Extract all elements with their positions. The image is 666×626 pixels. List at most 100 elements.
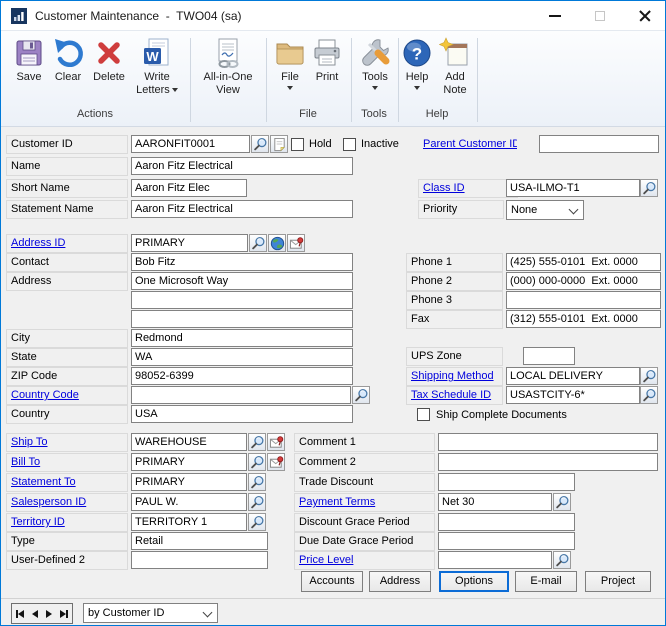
parent-customer-id-field[interactable] — [539, 135, 659, 153]
accounts-button[interactable]: Accounts — [301, 571, 363, 592]
statement-to-link[interactable]: Statement To — [11, 476, 76, 488]
short-name-label: Short Name — [6, 179, 128, 198]
print-button[interactable]: Print — [307, 37, 347, 103]
customer-id-lookup-button[interactable] — [251, 135, 269, 153]
payment-terms-field[interactable] — [438, 493, 552, 511]
country-code-lookup-button[interactable] — [352, 386, 370, 404]
priority-dropdown[interactable]: None — [506, 200, 584, 220]
options-button[interactable]: Options — [439, 571, 509, 592]
salesperson-link[interactable]: Salesperson ID — [11, 496, 86, 508]
magnifier-icon — [354, 388, 369, 403]
class-id-link[interactable]: Class ID — [423, 182, 465, 194]
price-level-link[interactable]: Price Level — [299, 554, 353, 566]
shipping-method-lookup-button[interactable] — [640, 367, 658, 385]
add-note-button[interactable]: Add Note — [435, 37, 475, 103]
class-id-lookup-button[interactable] — [640, 179, 658, 197]
ups-zone-field[interactable] — [523, 347, 575, 365]
tax-schedule-field[interactable] — [506, 386, 640, 404]
save-button[interactable]: Save — [9, 37, 49, 103]
state-field[interactable] — [131, 348, 353, 366]
inactive-checkbox[interactable] — [343, 138, 356, 151]
internet-info-button[interactable] — [268, 234, 286, 252]
statement-name-field[interactable] — [131, 200, 353, 218]
file-menu-button[interactable]: File — [273, 37, 307, 103]
email-button[interactable]: E-mail — [515, 571, 577, 592]
hold-checkbox[interactable] — [291, 138, 304, 151]
comment1-field[interactable] — [438, 433, 658, 451]
project-button[interactable]: Project — [585, 571, 651, 592]
fax-field[interactable] — [506, 310, 661, 328]
previous-record-button[interactable] — [32, 608, 38, 620]
name-field[interactable] — [131, 157, 353, 175]
statement-to-field[interactable] — [131, 473, 247, 491]
statement-to-lookup-button[interactable] — [248, 473, 266, 491]
phone3-field[interactable] — [506, 291, 661, 309]
due-date-grace-field[interactable] — [438, 532, 575, 550]
territory-link[interactable]: Territory ID — [11, 516, 65, 528]
customer-id-field[interactable] — [131, 135, 250, 153]
territory-field[interactable] — [131, 513, 247, 531]
address-line1-field[interactable] — [131, 272, 353, 290]
salesperson-lookup-button[interactable] — [248, 493, 266, 511]
all-in-one-view-button[interactable]: All-in-One View — [193, 37, 263, 103]
payment-terms-link[interactable]: Payment Terms — [299, 496, 375, 508]
payment-terms-lookup-button[interactable] — [553, 493, 571, 511]
tools-menu-button[interactable]: Tools — [353, 37, 397, 103]
delete-button[interactable]: Delete — [87, 37, 131, 103]
address-map-button[interactable] — [287, 234, 305, 252]
parent-customer-id-link[interactable]: Parent Customer ID — [423, 138, 518, 150]
class-id-field[interactable] — [506, 179, 640, 197]
country-code-link[interactable]: Country Code — [11, 389, 79, 401]
sort-by-dropdown[interactable]: by Customer ID — [83, 603, 218, 623]
discount-grace-field[interactable] — [438, 513, 575, 531]
territory-lookup-button[interactable] — [248, 513, 266, 531]
help-menu-button[interactable]: Help — [400, 37, 434, 103]
shipping-method-field[interactable] — [506, 367, 640, 385]
close-button[interactable] — [622, 1, 666, 30]
bill-to-address-button[interactable] — [267, 453, 285, 471]
shipping-method-link[interactable]: Shipping Method — [411, 370, 494, 382]
contact-field[interactable] — [131, 253, 353, 271]
ship-to-link[interactable]: Ship To — [11, 436, 48, 448]
bill-to-link[interactable]: Bill To — [11, 456, 40, 468]
tax-schedule-link[interactable]: Tax Schedule ID — [411, 389, 491, 401]
last-record-button[interactable] — [60, 608, 68, 620]
comment2-field[interactable] — [438, 453, 658, 471]
bill-to-field[interactable] — [131, 453, 247, 471]
country-code-field[interactable] — [131, 386, 351, 404]
trade-discount-field[interactable] — [438, 473, 575, 491]
salesperson-field[interactable] — [131, 493, 247, 511]
address-line3-field[interactable] — [131, 310, 353, 328]
user-defined-2-field[interactable] — [131, 551, 268, 569]
address-button[interactable]: Address — [369, 571, 431, 592]
address-line2-field[interactable] — [131, 291, 353, 309]
city-field[interactable] — [131, 329, 353, 347]
ship-to-field[interactable] — [131, 433, 247, 451]
phone2-field[interactable] — [506, 272, 661, 290]
country-field[interactable] — [131, 405, 353, 423]
ship-to-lookup-button[interactable] — [248, 433, 266, 451]
zip-code-field[interactable] — [131, 367, 353, 385]
group-separator — [190, 38, 191, 122]
ship-to-address-button[interactable] — [267, 433, 285, 451]
short-name-field[interactable] — [131, 179, 247, 197]
zip-code-label: ZIP Code — [6, 367, 128, 386]
bill-to-lookup-button[interactable] — [248, 453, 266, 471]
minimize-button[interactable] — [532, 1, 577, 30]
customer-note-button[interactable] — [270, 135, 288, 153]
address-id-field[interactable] — [131, 234, 248, 252]
write-letters-button[interactable]: Write Letters — [129, 37, 185, 103]
ship-complete-checkbox[interactable] — [417, 408, 430, 421]
price-level-lookup-button[interactable] — [553, 551, 571, 569]
next-record-button[interactable] — [46, 608, 52, 620]
address-id-lookup-button[interactable] — [249, 234, 267, 252]
address-id-link[interactable]: Address ID — [11, 237, 65, 249]
clear-button[interactable]: Clear — [49, 37, 87, 103]
type-field[interactable] — [131, 532, 268, 550]
magnifier-icon — [555, 495, 570, 510]
tax-schedule-lookup-button[interactable] — [640, 386, 658, 404]
help-group-label: Help — [407, 108, 467, 120]
phone1-field[interactable] — [506, 253, 661, 271]
price-level-field[interactable] — [438, 551, 552, 569]
first-record-button[interactable] — [16, 608, 24, 620]
